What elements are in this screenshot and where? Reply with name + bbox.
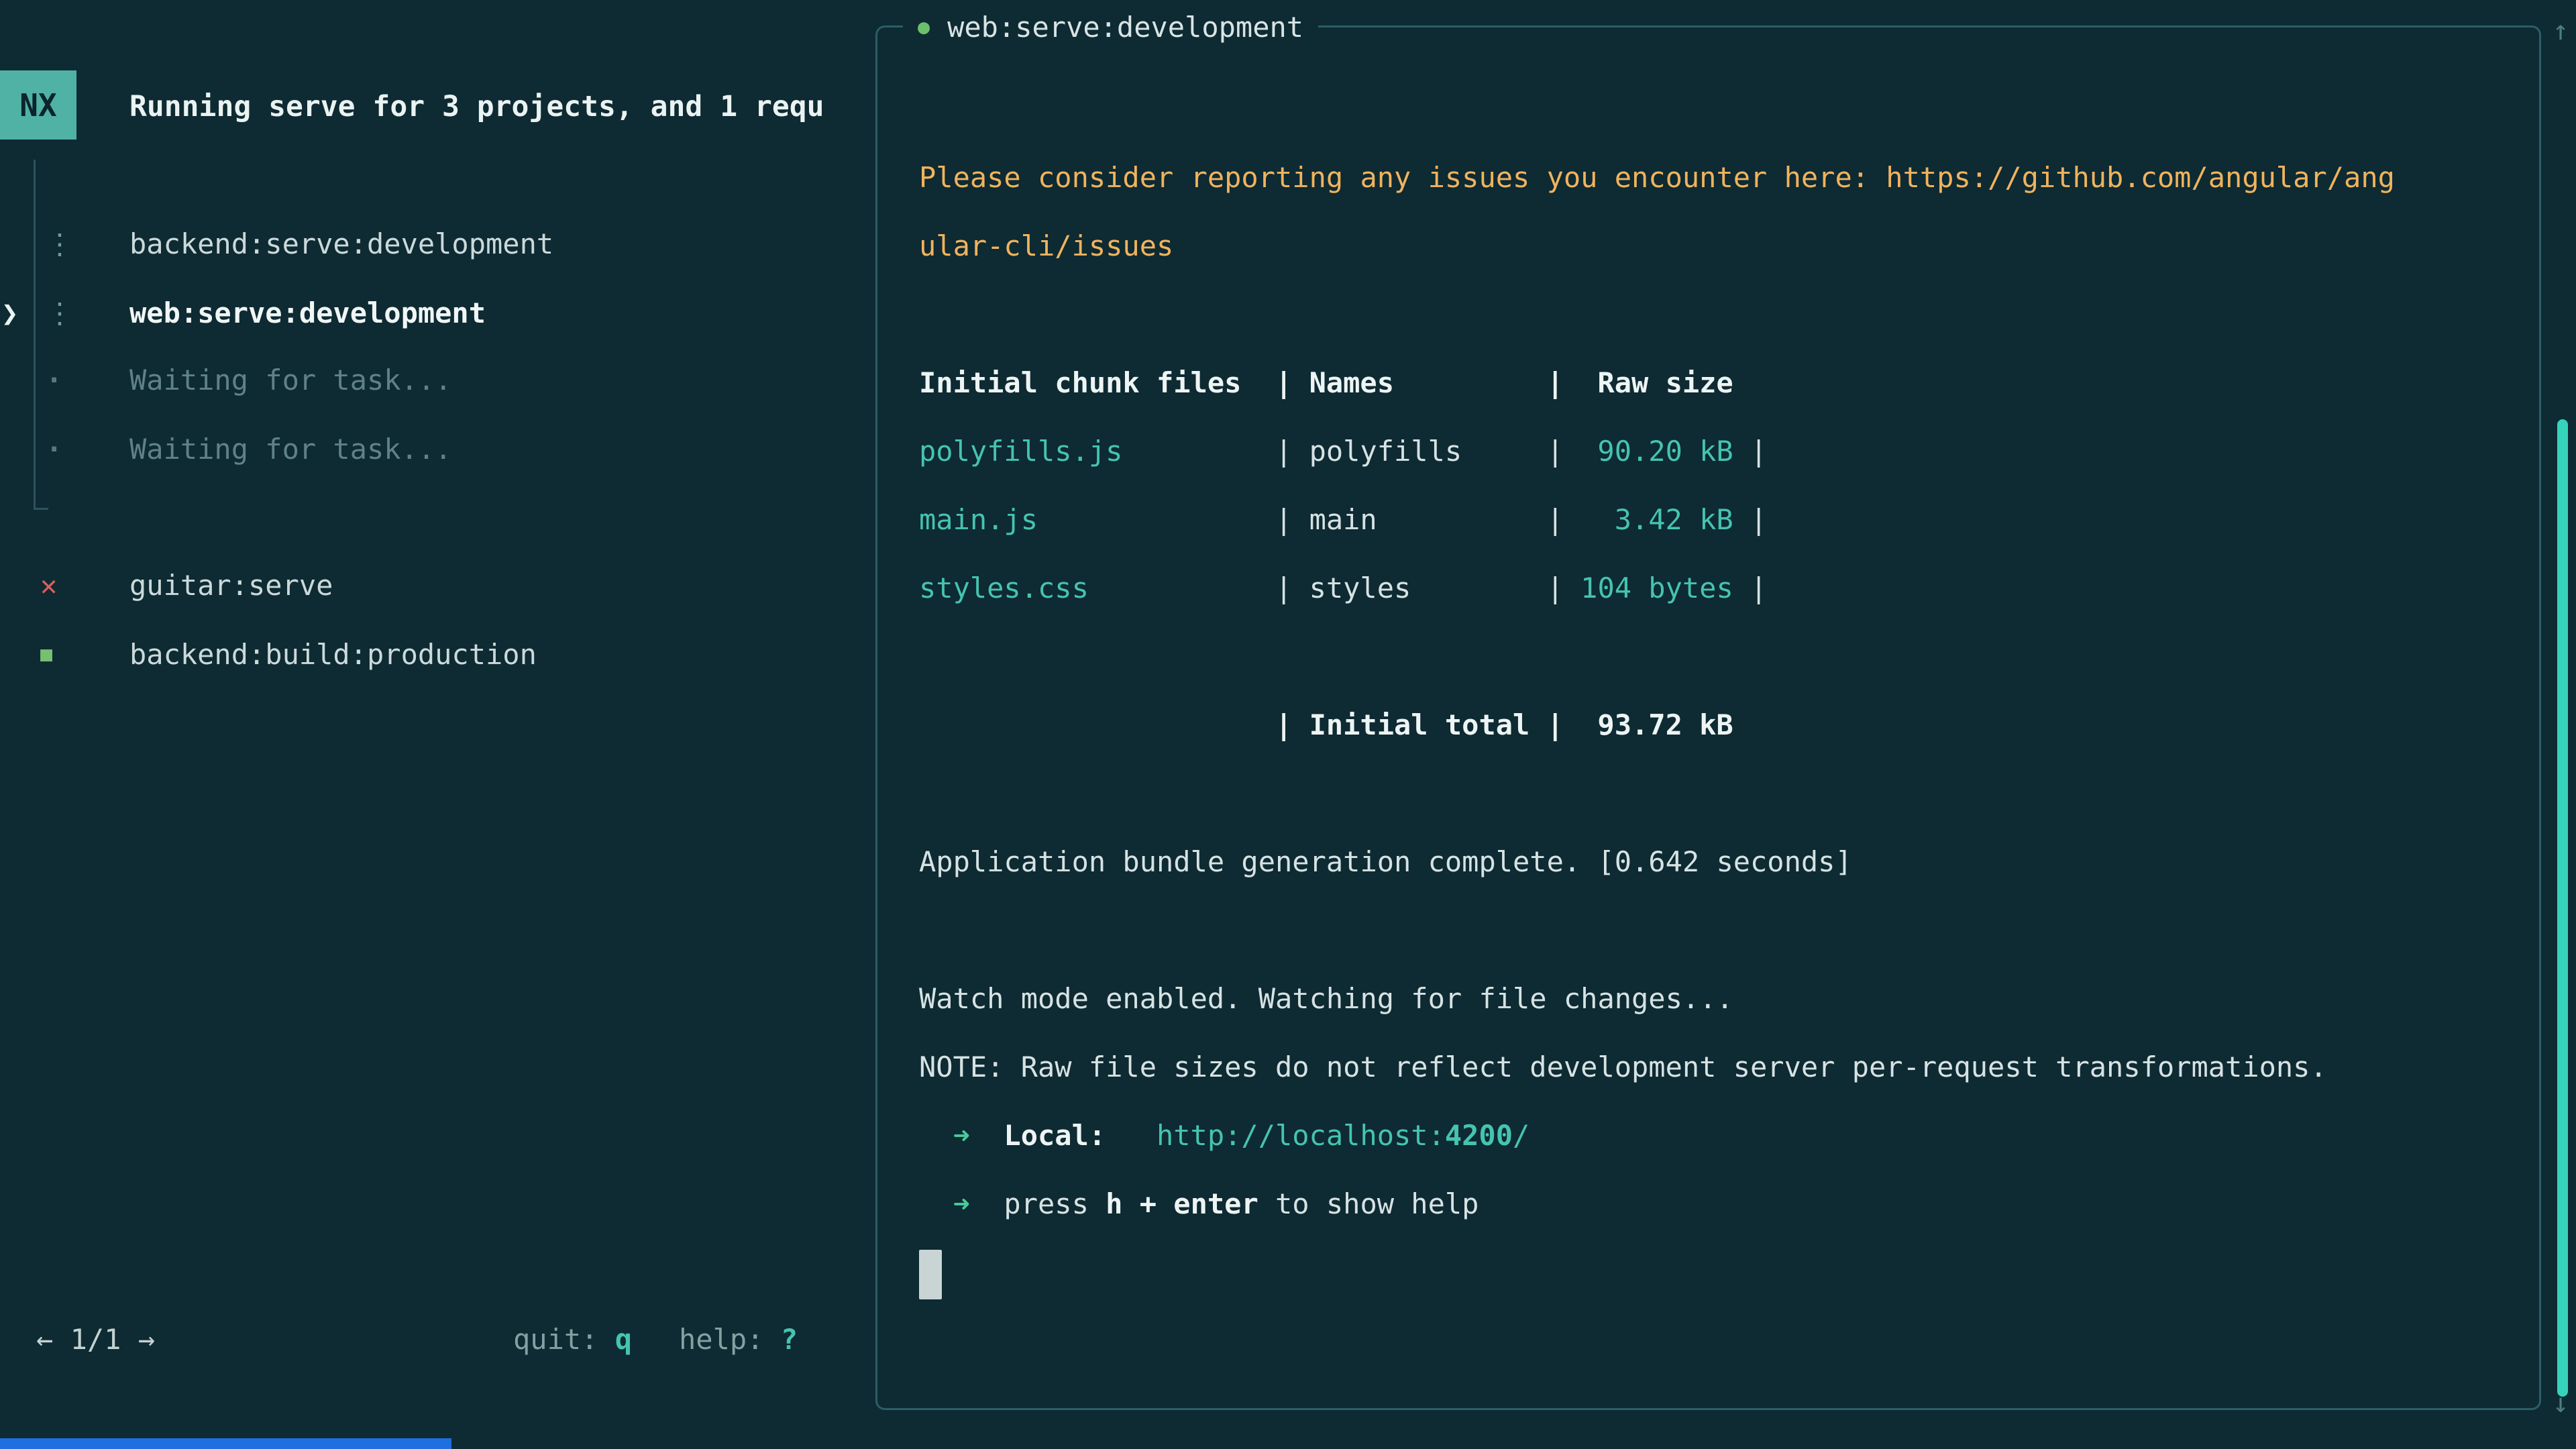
quit-key: q xyxy=(615,1323,632,1356)
help-suffix: to show help xyxy=(1275,1187,1479,1220)
raw-size-cell: 90.20 kB xyxy=(1580,417,1733,486)
column-separator: | xyxy=(1750,503,1767,536)
file-name-cell: styles.css xyxy=(919,554,1258,623)
initial-total-label: Initial total xyxy=(1309,691,1530,759)
waiting-dot-icon: · xyxy=(46,433,129,466)
issue-report-line-2: ular-cli/issues xyxy=(919,212,2519,280)
spinner-icon: ⋮ xyxy=(46,227,129,260)
quit-label: quit: xyxy=(513,1323,598,1356)
bundle-complete-line: Application bundle generation complete. … xyxy=(919,828,2519,896)
local-label: Local: xyxy=(1004,1119,1106,1152)
help-label: help: xyxy=(679,1323,763,1356)
pane-title-text: web:serve:development xyxy=(947,11,1303,44)
bottom-blue-strip xyxy=(0,1438,451,1449)
plus-sign: + xyxy=(1140,1187,1157,1220)
column-separator: | xyxy=(1750,572,1767,604)
arrow-icon: ➜ xyxy=(953,1187,970,1220)
nx-tui-app: NX Running serve for 3 projects, and 1 r… xyxy=(0,0,2576,1449)
output-pane: ●web:serve:development Please consider r… xyxy=(875,25,2541,1410)
chunk-name-cell: polyfills xyxy=(1309,417,1530,486)
task-label: Waiting for task... xyxy=(129,433,451,466)
table-header-row: Initial chunk files | Names | Raw size xyxy=(919,349,2519,417)
key-enter: enter xyxy=(1173,1187,1258,1220)
table-row-styles: styles.css | styles | 104 bytes | xyxy=(919,554,2519,623)
task-row-web-serve-development[interactable]: ❯⋮web:serve:development xyxy=(46,278,486,347)
column-separator: | xyxy=(1275,435,1292,468)
pane-title: ● web:serve:development xyxy=(903,7,1318,47)
help-key: ? xyxy=(781,1323,798,1356)
task-row-waiting-1[interactable]: ·Waiting for task... xyxy=(46,345,451,414)
scroll-up-arrow[interactable]: ↑ xyxy=(2546,11,2575,51)
column-separator: | xyxy=(1547,366,1564,399)
scrollbar-thumb[interactable] xyxy=(2557,419,2568,1397)
column-separator: | xyxy=(1547,572,1564,604)
task-row-guitar-serve[interactable]: ✕guitar:serve xyxy=(40,551,333,619)
localhost-url-slash[interactable]: / xyxy=(1513,1119,1529,1152)
header-raw-size: Raw size xyxy=(1580,349,1733,417)
column-separator: | xyxy=(1275,708,1292,741)
file-name-cell: main.js xyxy=(919,486,1258,554)
task-label: backend:build:production xyxy=(129,638,537,671)
column-separator: | xyxy=(1275,503,1292,536)
task-label: web:serve:development xyxy=(129,297,486,329)
help-hint: help:? xyxy=(679,1305,798,1374)
task-label: backend:serve:development xyxy=(129,227,553,260)
pager[interactable]: ← 1/1 → xyxy=(36,1305,155,1374)
column-separator: | xyxy=(1750,435,1767,468)
help-hint-line: ➜ pressh + enter to show help xyxy=(919,1170,2519,1238)
cursor-line xyxy=(919,1238,2519,1307)
header-names: Names xyxy=(1309,349,1530,417)
column-separator: | xyxy=(1547,708,1564,741)
column-separator: | xyxy=(1275,572,1292,604)
failed-cross-icon: ✕ xyxy=(40,569,129,602)
file-name-cell: polyfills.js xyxy=(919,417,1258,486)
blank-line xyxy=(919,623,2519,691)
quit-hint: quit: q xyxy=(513,1305,632,1374)
terminal-output: Please consider reporting any issues you… xyxy=(919,144,2519,1307)
table-row-main: main.js | main | 3.42 kB | xyxy=(919,486,2519,554)
task-row-waiting-2[interactable]: ·Waiting for task... xyxy=(46,415,451,483)
column-separator: | xyxy=(1547,503,1564,536)
blank-line xyxy=(919,896,2519,965)
running-dot-icon: ● xyxy=(918,15,930,39)
task-row-backend-build-production[interactable]: ■backend:build:production xyxy=(40,620,537,688)
task-row-backend-serve-development[interactable]: ⋮backend:serve:development xyxy=(46,209,553,278)
task-label: guitar:serve xyxy=(129,569,333,602)
header-initial-chunk-files: Initial chunk files xyxy=(919,349,1258,417)
chunk-name-cell: styles xyxy=(1309,554,1530,623)
blank-line xyxy=(919,280,2519,349)
raw-size-cell: 104 bytes xyxy=(1580,554,1733,623)
column-separator: | xyxy=(1275,366,1292,399)
issue-report-line-1: Please consider reporting any issues you… xyxy=(919,144,2519,212)
watch-mode-line: Watch mode enabled. Watching for file ch… xyxy=(919,965,2519,1033)
scroll-down-arrow[interactable]: ↓ xyxy=(2546,1383,2575,1424)
spinner-icon: ⋮ xyxy=(46,297,129,329)
table-total-row: | Initial total | 93.72 kB xyxy=(919,691,2519,759)
task-label: Waiting for task... xyxy=(129,364,451,396)
waiting-dot-icon: · xyxy=(46,364,129,396)
press-label: press xyxy=(1004,1187,1088,1220)
sidebar-heading: Running serve for 3 projects, and 1 requ xyxy=(129,72,824,141)
task-tree-line xyxy=(34,160,36,510)
raw-size-cell: 3.42 kB xyxy=(1580,486,1733,554)
localhost-url[interactable]: http://localhost: xyxy=(1157,1119,1445,1152)
key-h: h xyxy=(1106,1187,1122,1220)
arrow-icon: ➜ xyxy=(953,1119,970,1152)
terminal-cursor xyxy=(919,1250,942,1299)
nx-logo: NX xyxy=(0,70,76,140)
localhost-port[interactable]: 4200 xyxy=(1445,1119,1513,1152)
local-url-line: ➜ Local: http://localhost:4200/ xyxy=(919,1102,2519,1170)
chunk-name-cell: main xyxy=(1309,486,1530,554)
table-row-polyfills: polyfills.js | polyfills | 90.20 kB | xyxy=(919,417,2519,486)
initial-total-size: 93.72 kB xyxy=(1580,691,1733,759)
note-line: NOTE: Raw file sizes do not reflect deve… xyxy=(919,1033,2519,1102)
success-square-icon: ■ xyxy=(40,643,129,666)
blank-line xyxy=(919,759,2519,828)
selected-arrow-icon: ❯ xyxy=(1,297,18,329)
column-separator: | xyxy=(1547,435,1564,468)
